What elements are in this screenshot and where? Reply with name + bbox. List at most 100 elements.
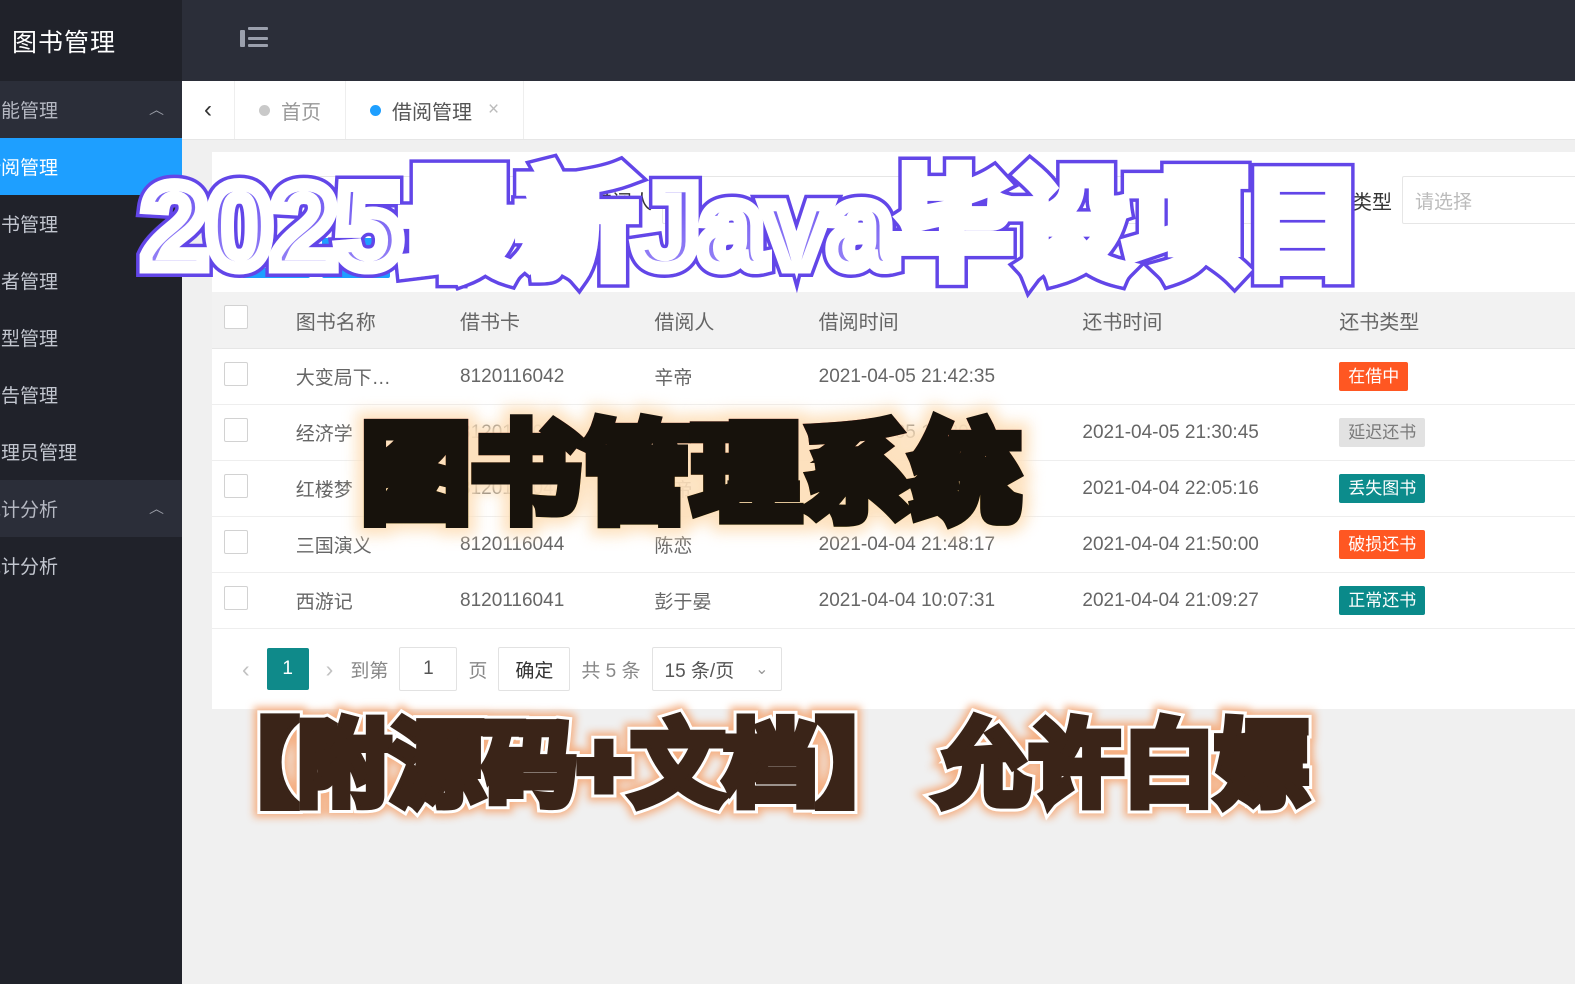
close-icon[interactable]: × xyxy=(488,99,499,121)
table-header-row: 图书名称 借书卡 借阅人 借阅时间 还书时间 还书类型 xyxy=(212,292,1575,349)
search-field-card-label: 借书卡 xyxy=(242,191,302,214)
book-logo-icon xyxy=(0,28,2,54)
cell-borrow-time: 2021-04-04 21:48:17 xyxy=(806,516,1071,573)
tab-borrow-management-label: 借阅管理 xyxy=(392,101,472,124)
pagination-prev-icon[interactable]: ‹ xyxy=(236,656,256,683)
table-row[interactable]: 大变局下… 8120116042 辛帝 2021-04-05 21:42:35 … xyxy=(212,348,1575,405)
col-header-borrow-time: 借阅时间 xyxy=(806,292,1071,349)
cell-return-time xyxy=(1070,348,1328,405)
row-checkbox[interactable] xyxy=(224,361,248,386)
pagination-page-unit: 页 xyxy=(468,660,488,682)
table-row[interactable]: 西游记 8120116041 彭于晏 2021-04-04 10:07:31 2… xyxy=(212,572,1575,629)
search-input-person[interactable] xyxy=(662,176,916,224)
app-logo[interactable]: 图书管理 xyxy=(0,0,182,81)
tab-borrow-management[interactable]: 借阅管理 × xyxy=(346,81,525,139)
table-row[interactable]: 经济学 8120116015 彭于晏 2021-04-05 15:30:12 2… xyxy=(212,404,1575,461)
sidebar-item-type-management[interactable]: 类型管理 xyxy=(0,309,182,366)
borrow-records-table: 图书名称 借书卡 借阅人 借阅时间 还书时间 还书类型 大变局下… 812011… xyxy=(212,292,1575,629)
sidebar-item-label: 管理员管理 xyxy=(0,443,78,464)
pagination-page-1[interactable]: 1 xyxy=(266,648,309,690)
table-toolbar: 借书 还书 删除 xyxy=(212,228,1575,292)
cell-book-name[interactable]: 红楼梦 xyxy=(283,460,448,517)
status-badge: 在借中 xyxy=(1339,361,1409,392)
table-row[interactable]: 三国演义 8120116044 陈恋 2021-04-04 21:48:17 2… xyxy=(212,516,1575,573)
cell-person[interactable]: 陈恋 xyxy=(642,516,807,573)
pagination-goto-input[interactable]: 1 xyxy=(399,647,458,691)
tab-home-label: 首页 xyxy=(281,101,321,124)
cell-card: 8120116041 xyxy=(448,572,643,629)
status-badge: 延迟还书 xyxy=(1339,417,1426,448)
tab-bar: ‹ 首页 借阅管理 × xyxy=(182,81,1575,140)
row-select-cell xyxy=(212,348,284,405)
status-badge: 丢失图书 xyxy=(1339,473,1426,504)
sidebar-group-function[interactable]: 功能管理 ︿ xyxy=(0,81,182,138)
pagination-next-icon[interactable]: › xyxy=(320,656,340,683)
sidebar: 图书管理 功能管理 ︿ 借阅管理 图书管理 读者管理 类型管理 公告管理 管理员… xyxy=(0,0,182,984)
cell-card: 8120116043 xyxy=(448,460,643,517)
sidebar-group-statistics[interactable]: 统计分析 ︿ xyxy=(0,480,182,537)
tab-dot-icon xyxy=(370,104,381,116)
tab-home[interactable]: 首页 xyxy=(235,81,346,139)
borrow-button[interactable]: 借书 xyxy=(242,238,311,278)
pagination-confirm-button[interactable]: 确定 xyxy=(498,647,571,691)
topbar xyxy=(182,0,1575,81)
cell-borrow-time: 2021-04-05 15:30:12 xyxy=(806,404,1071,461)
pagination-page-size-value: 15 条/页 xyxy=(664,660,735,682)
row-checkbox[interactable] xyxy=(224,473,248,498)
cell-return-time: 2021-04-04 21:09:27 xyxy=(1070,572,1328,629)
search-select-return-type[interactable]: 请选择 xyxy=(1402,176,1575,224)
row-checkbox[interactable] xyxy=(224,417,248,442)
col-header-return-type: 还书类型 xyxy=(1327,292,1575,349)
menu-collapse-icon[interactable] xyxy=(240,27,268,53)
cell-person[interactable]: 辛帝 xyxy=(642,348,807,405)
search-field-card: 借书卡 xyxy=(242,176,566,224)
cell-return-time: 2021-04-04 21:50:00 xyxy=(1070,516,1328,573)
col-header-person: 借阅人 xyxy=(642,292,807,349)
row-checkbox[interactable] xyxy=(224,585,248,610)
chevron-up-icon: ︿ xyxy=(148,103,164,118)
delete-button[interactable]: 删除 xyxy=(402,238,471,278)
sidebar-item-borrow-management[interactable]: 借阅管理 xyxy=(0,138,182,195)
cell-book-name[interactable]: 西游记 xyxy=(283,572,448,629)
table-row[interactable]: 红楼梦 8120116043 辛帝 2021-04-04 20:35:08 20… xyxy=(212,460,1575,517)
chevron-left-icon[interactable]: ‹ xyxy=(182,81,235,139)
cell-book-name[interactable]: 大变局下… xyxy=(283,348,448,405)
cell-card: 8120116015 xyxy=(448,404,643,461)
cell-person[interactable]: 彭于晏 xyxy=(642,572,807,629)
tab-dot-icon xyxy=(259,104,270,116)
select-all-checkbox[interactable] xyxy=(224,305,248,329)
search-input-borrow-time[interactable] xyxy=(1032,176,1286,224)
col-header-name: 图书名称 xyxy=(283,292,448,349)
sidebar-item-book-management[interactable]: 图书管理 xyxy=(0,195,182,252)
search-input-card[interactable] xyxy=(312,176,566,224)
sidebar-item-reader-management[interactable]: 读者管理 xyxy=(0,252,182,309)
search-select-return-type-value: 请选择 xyxy=(1415,191,1473,213)
search-field-return-type-label: 还书类型 xyxy=(1312,191,1392,214)
sidebar-item-label: 借阅管理 xyxy=(0,158,59,179)
row-select-cell xyxy=(212,516,284,573)
cell-person[interactable]: 辛帝 xyxy=(642,460,807,517)
status-badge: 破损还书 xyxy=(1339,529,1426,560)
app-screenshot: 图书管理 功能管理 ︿ 借阅管理 图书管理 读者管理 类型管理 公告管理 管理员… xyxy=(0,0,1575,984)
cell-book-name[interactable]: 经济学 xyxy=(283,404,448,461)
sidebar-item-admin-management[interactable]: 管理员管理 xyxy=(0,423,182,480)
sidebar-item-label: 读者管理 xyxy=(0,272,59,293)
select-all-header xyxy=(212,292,284,349)
sidebar-item-label: 图书管理 xyxy=(0,215,59,236)
search-field-person-label: 借阅人 xyxy=(592,191,652,214)
cell-borrow-time: 2021-04-04 10:07:31 xyxy=(806,572,1071,629)
sidebar-item-statistics-analysis[interactable]: 统计分析 xyxy=(0,537,182,594)
pagination-page-size-select[interactable]: 15 条/页 ⌄ xyxy=(651,647,782,691)
chevron-up-icon: ︿ xyxy=(148,502,164,517)
cell-book-name[interactable]: 三国演义 xyxy=(283,516,448,573)
borrow-management-panel: 借书卡 借阅人 借阅时间 还书类型 请选择 借书 还书 删除 图书名称 借书卡 … xyxy=(212,152,1575,709)
cell-return-type: 在借中 xyxy=(1327,348,1575,405)
row-checkbox[interactable] xyxy=(224,529,248,554)
return-button[interactable]: 还书 xyxy=(322,238,391,278)
sidebar-group-statistics-label: 统计分析 xyxy=(0,500,59,521)
sidebar-item-notice-management[interactable]: 公告管理 xyxy=(0,366,182,423)
col-header-card: 借书卡 xyxy=(448,292,643,349)
cell-card: 8120116044 xyxy=(448,516,643,573)
chevron-down-icon: ⌄ xyxy=(755,661,769,678)
cell-person[interactable]: 彭于晏 xyxy=(642,404,807,461)
